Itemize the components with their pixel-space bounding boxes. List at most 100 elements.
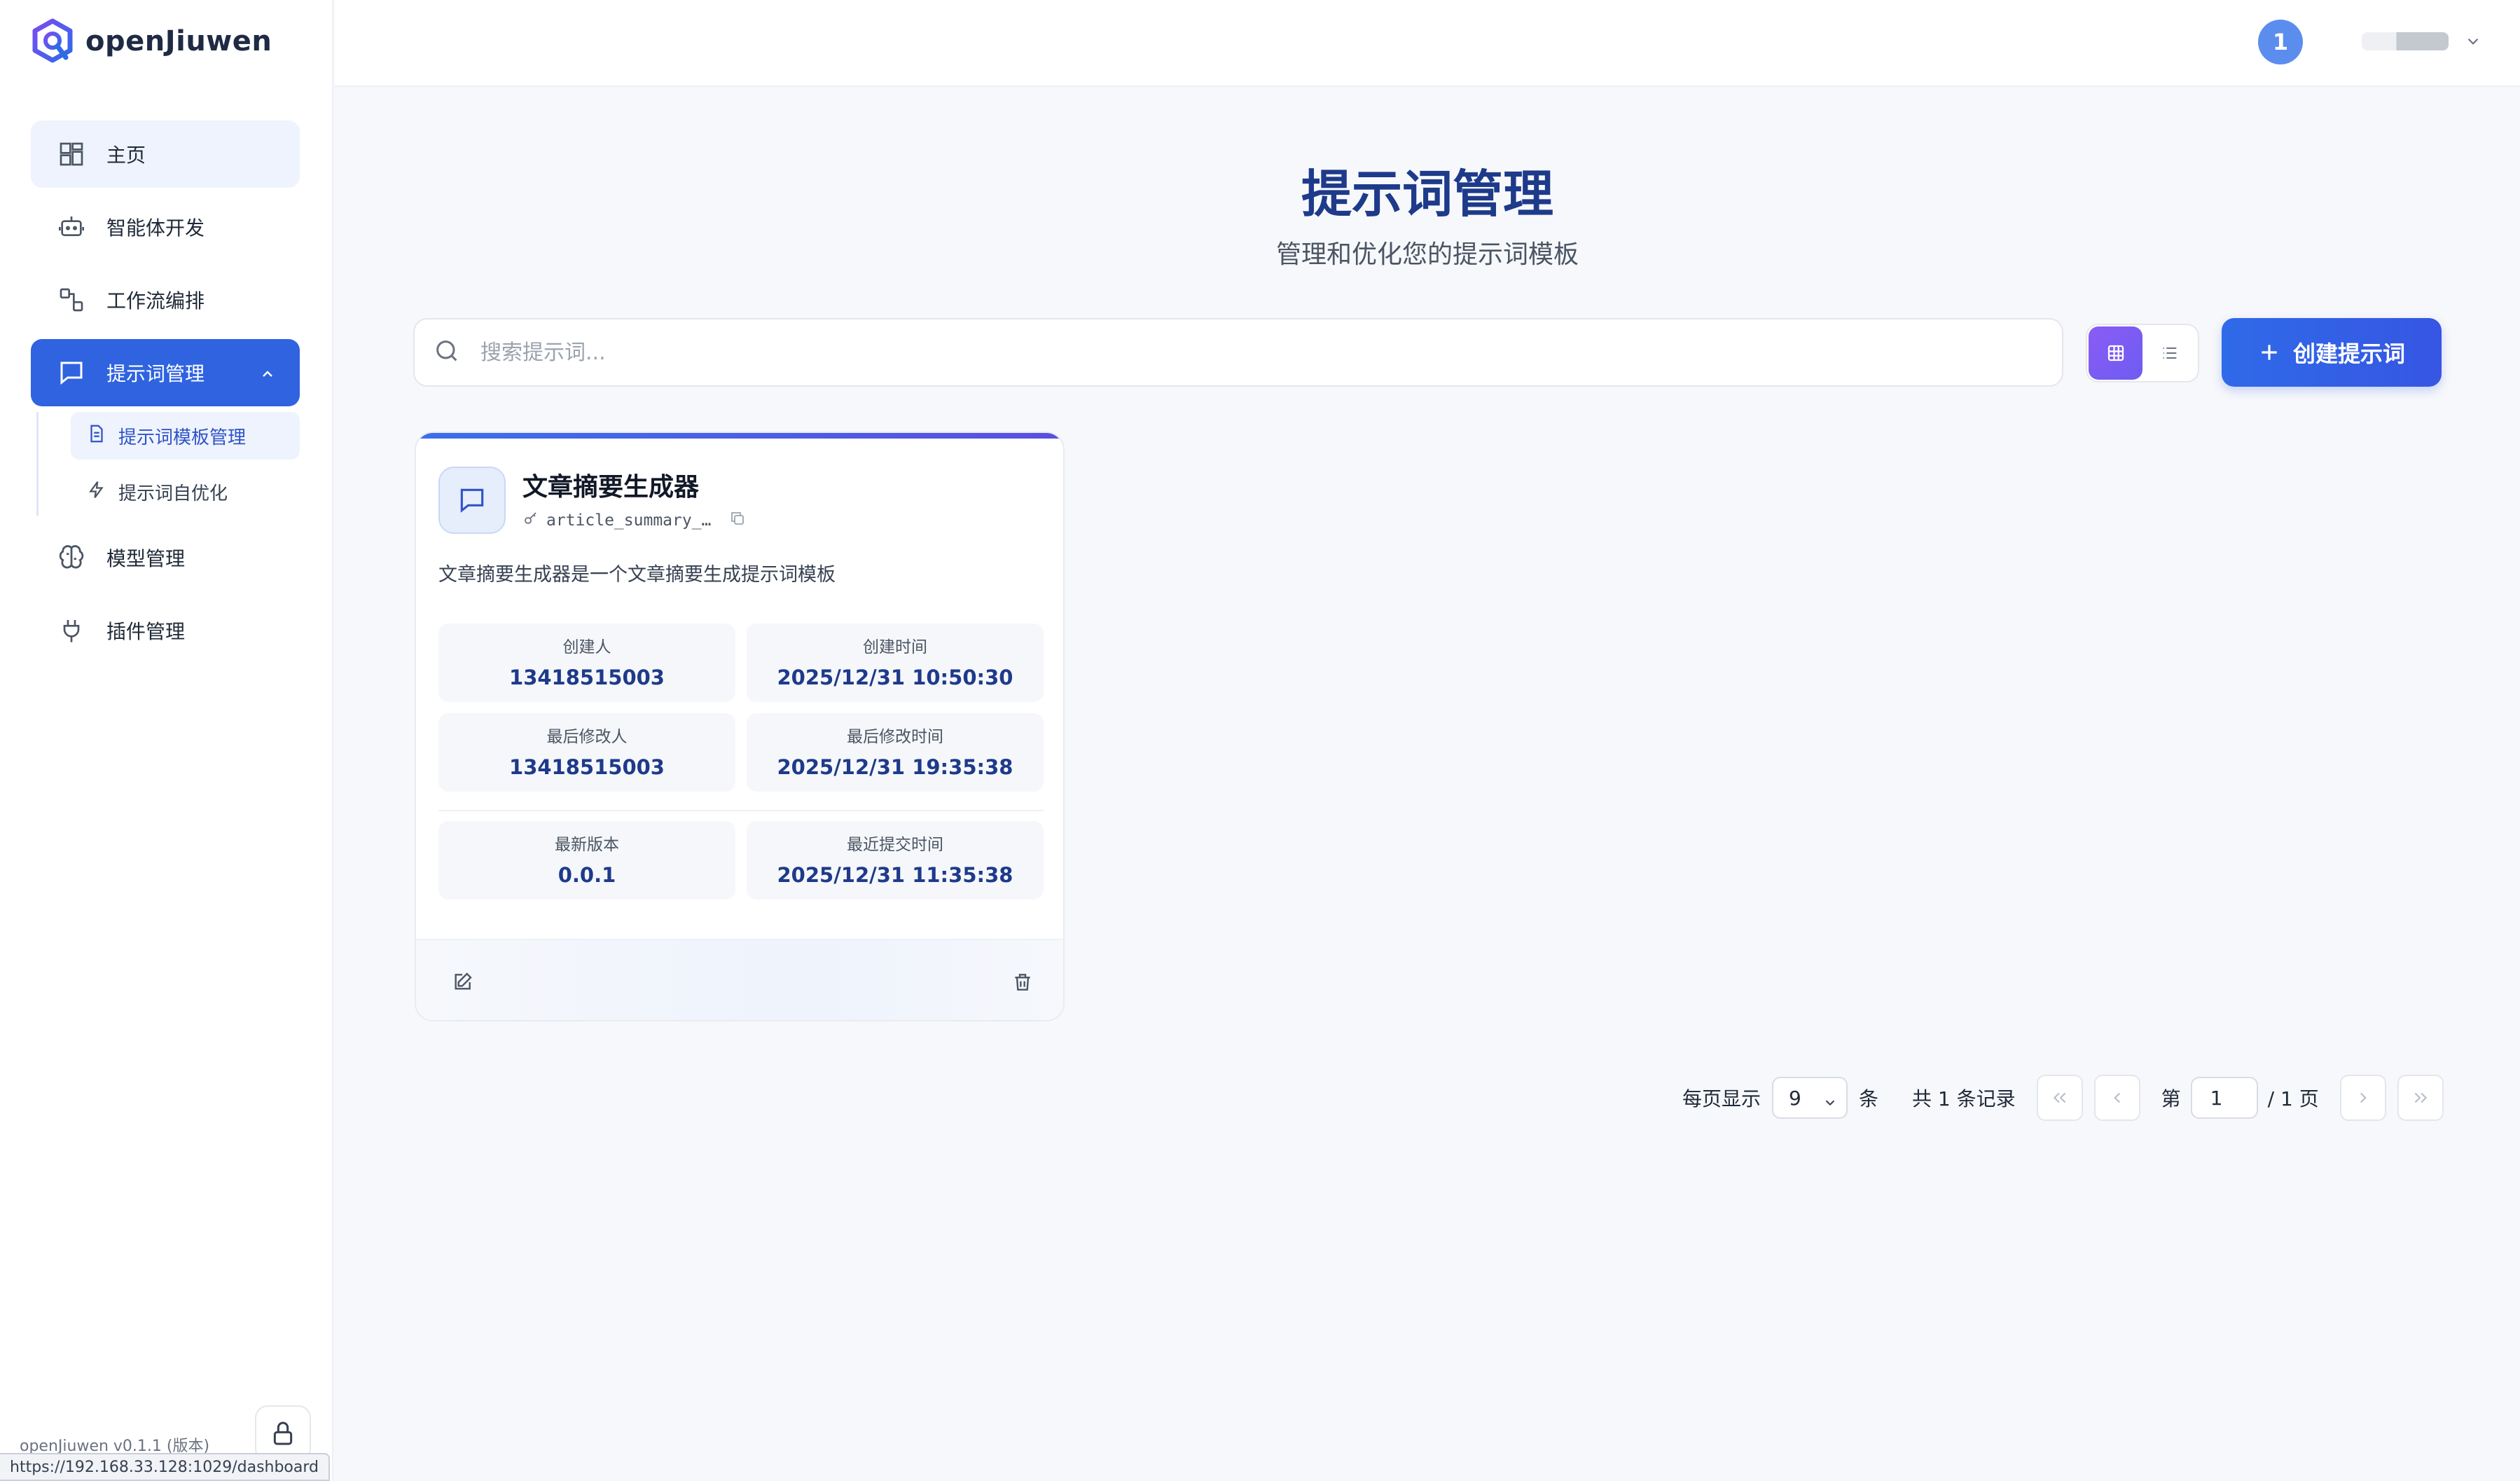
- page-number-input[interactable]: 1: [2190, 1077, 2258, 1119]
- first-page-button[interactable]: [2036, 1075, 2083, 1121]
- sidebar-item-agent-dev[interactable]: 智能体开发: [31, 193, 300, 261]
- stat-label: 最近提交时间: [847, 836, 943, 854]
- robot-icon: [56, 212, 87, 242]
- total-records: 共 1 条记录: [1912, 1087, 2016, 1110]
- last-page-button[interactable]: [2397, 1075, 2444, 1121]
- sidebar-item-label: 智能体开发: [106, 216, 205, 240]
- pagination: 每页显示 9 条 共 1 条记录 第 1 / 1 页: [1682, 1075, 2444, 1121]
- message-icon: [56, 357, 87, 388]
- chevron-left-icon: [2113, 1092, 2120, 1103]
- stat-value: 2025/12/31 11:35:38: [777, 863, 1013, 887]
- per-page-select[interactable]: 9: [1772, 1077, 1848, 1119]
- document-icon: [86, 423, 107, 449]
- page-number-value: 1: [2210, 1086, 2223, 1110]
- app-logo[interactable]: openJiuwen: [29, 18, 272, 64]
- message-icon: [438, 467, 506, 534]
- sidebar: openJiuwen 主页 智能体开发 工作流编排 提示词管理 提示词模板管理 …: [0, 0, 333, 1481]
- sidebar-item-prompt-optimize[interactable]: 提示词自优化: [71, 468, 300, 516]
- search-input[interactable]: [480, 340, 2021, 365]
- trash-icon: [1015, 974, 1030, 991]
- prompt-subnav: 提示词模板管理 提示词自优化: [36, 412, 300, 516]
- sidebar-item-home[interactable]: 主页: [31, 120, 300, 188]
- card-description: 文章摘要生成器是一个文章摘要生成提示词模板: [438, 564, 836, 586]
- card-key: article_summary_…: [522, 510, 746, 531]
- card-footer: [416, 939, 1063, 1020]
- notification-badge[interactable]: 1: [2258, 20, 2303, 64]
- sidebar-item-label: 提示词管理: [106, 362, 205, 385]
- list-icon: [2163, 347, 2176, 359]
- edit-icon: [455, 972, 472, 990]
- sidebar-item-models[interactable]: 模型管理: [31, 524, 300, 591]
- grid-view-button[interactable]: [2089, 326, 2142, 380]
- edit-button[interactable]: [441, 961, 483, 1003]
- chevrons-right-icon: [2414, 1092, 2427, 1103]
- card-title: 文章摘要生成器: [522, 473, 700, 502]
- stat-value: 0.0.1: [558, 863, 616, 887]
- per-page-label: 每页显示: [1682, 1087, 1761, 1110]
- stat-label: 创建人: [562, 638, 611, 656]
- plus-icon: [2262, 345, 2277, 360]
- stat-label: 创建时间: [863, 638, 927, 656]
- app-name: openJiuwen: [85, 25, 272, 57]
- page-suffix: / 1 页: [2267, 1087, 2319, 1110]
- sub-item-label: 提示词自优化: [118, 483, 228, 504]
- logo-icon: [32, 18, 73, 63]
- lock-icon: [273, 1421, 293, 1445]
- stat-value: 13418515003: [509, 755, 665, 779]
- card-accent-bar: [416, 433, 1063, 439]
- stat-created-at: 创建时间 2025/12/31 10:50:30: [747, 624, 1044, 702]
- main-nav: 主页 智能体开发 工作流编排 提示词管理 提示词模板管理 提示词自优化 模型管理…: [31, 120, 300, 670]
- grid-icon: [2107, 345, 2124, 361]
- list-view-button[interactable]: [2142, 326, 2196, 380]
- copy-icon[interactable]: [729, 510, 746, 531]
- brain-icon: [56, 542, 87, 573]
- top-bar: [335, 0, 2520, 87]
- status-url: https://192.168.33.128:1029/dashboard: [0, 1453, 330, 1481]
- chevron-down-icon[interactable]: [2464, 32, 2482, 53]
- chevrons-left-icon: [2053, 1092, 2066, 1103]
- page-title: 提示词管理: [1301, 165, 1553, 223]
- page-subtitle: 管理和优化您的提示词模板: [1275, 240, 1579, 269]
- dashboard-icon: [56, 139, 87, 170]
- stat-modifier: 最后修改人 13418515003: [438, 713, 735, 792]
- user-menu[interactable]: [2362, 32, 2449, 50]
- stat-creator: 创建人 13418515003: [438, 624, 735, 702]
- sidebar-item-label: 工作流编排: [106, 289, 205, 312]
- view-toggle: [2086, 324, 2199, 383]
- stat-last-commit: 最近提交时间 2025/12/31 11:35:38: [747, 821, 1044, 900]
- page-prefix: 第: [2161, 1087, 2181, 1110]
- stat-value: 13418515003: [509, 666, 665, 689]
- prompt-card[interactable]: 文章摘要生成器 article_summary_… 文章摘要生成器是一个文章摘要…: [415, 432, 1065, 1021]
- search-icon: [433, 337, 461, 368]
- chevron-down-icon: [1822, 1092, 1838, 1115]
- sub-item-label: 提示词模板管理: [118, 427, 247, 448]
- stat-label: 最后修改人: [546, 728, 628, 746]
- prev-page-button[interactable]: [2093, 1075, 2140, 1121]
- search-box[interactable]: [413, 318, 2063, 387]
- next-page-button[interactable]: [2339, 1075, 2386, 1121]
- sidebar-item-workflow[interactable]: 工作流编排: [31, 266, 300, 333]
- create-prompt-label: 创建提示词: [2292, 340, 2405, 367]
- sidebar-item-label: 模型管理: [106, 547, 186, 570]
- sidebar-item-plugins[interactable]: 插件管理: [31, 597, 300, 664]
- plug-icon: [56, 615, 87, 646]
- workflow-icon: [56, 284, 87, 315]
- chevron-up-icon[interactable]: [259, 364, 276, 387]
- delete-button[interactable]: [1002, 961, 1044, 1003]
- card-key-text: article_summary_…: [546, 511, 712, 530]
- stat-label: 最后修改时间: [847, 728, 943, 746]
- stat-modified-at: 最后修改时间 2025/12/31 19:35:38: [747, 713, 1044, 792]
- sidebar-item-label: 插件管理: [106, 620, 186, 643]
- lightning-icon: [86, 479, 107, 505]
- sidebar-item-label: 主页: [106, 144, 146, 167]
- card-divider: [438, 810, 1044, 811]
- chevron-right-icon: [2360, 1092, 2367, 1103]
- per-page-value: 9: [1789, 1086, 1801, 1110]
- stat-value: 2025/12/31 19:35:38: [777, 755, 1013, 779]
- stat-latest-version: 最新版本 0.0.1: [438, 821, 735, 900]
- key-icon: [522, 510, 539, 531]
- create-prompt-button[interactable]: 创建提示词: [2222, 318, 2442, 387]
- per-page-unit: 条: [1859, 1087, 1879, 1110]
- sidebar-item-prompt-templates[interactable]: 提示词模板管理: [71, 412, 300, 460]
- sidebar-item-prompt-management[interactable]: 提示词管理: [31, 339, 300, 406]
